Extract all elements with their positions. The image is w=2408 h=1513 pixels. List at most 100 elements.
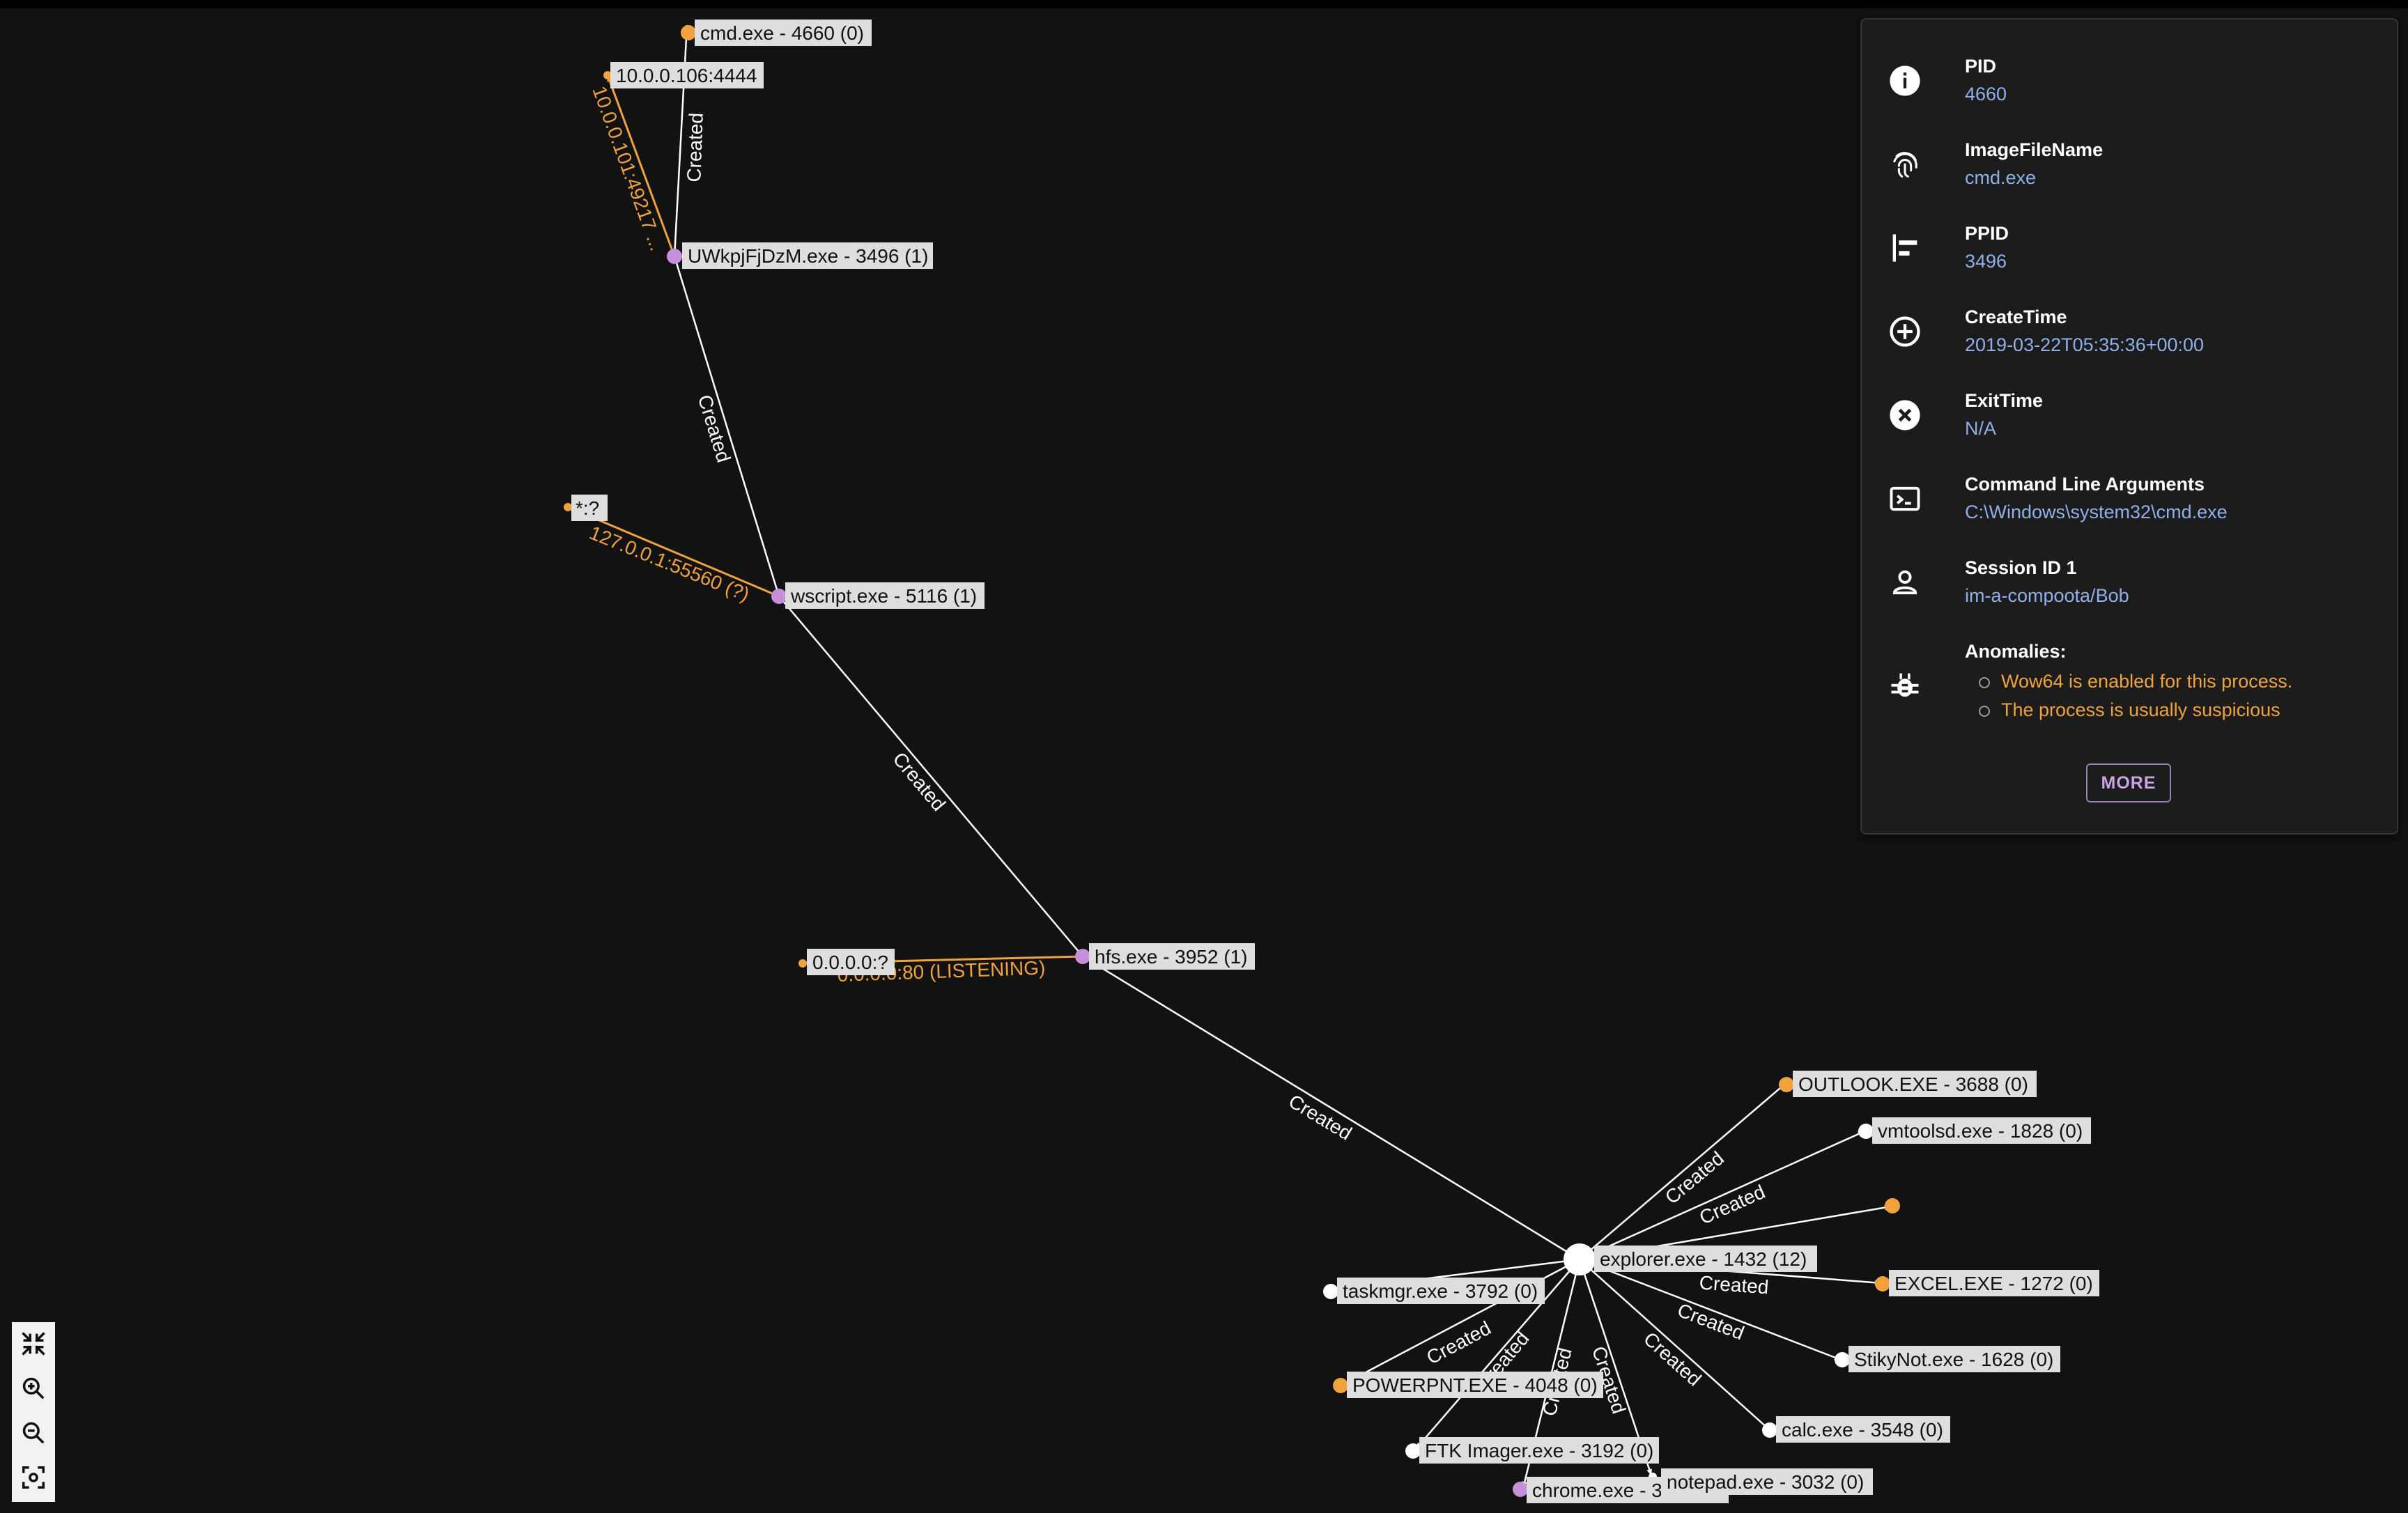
node-label-ftk-imager[interactable]: FTK Imager.exe - 3192 (0) — [1419, 1437, 1659, 1464]
node-label-vmtoolsd[interactable]: vmtoolsd.exe - 1828 (0) — [1872, 1117, 2091, 1144]
node-uwkpjfjdzm[interactable] — [667, 249, 682, 264]
anomalies-list: Wow64 is enabled for this process. The p… — [1979, 667, 2292, 724]
graph-zoom-controls — [12, 1322, 55, 1502]
network-labels: 10.0.0.101:49217 ... 127.0.0.1:55560 (?)… — [587, 83, 1046, 986]
zoom-in-button[interactable] — [12, 1367, 55, 1410]
svg-text:FTK Imager.exe - 3192 (0): FTK Imager.exe - 3192 (0) — [1425, 1440, 1653, 1461]
cancel-circle-icon — [1887, 397, 1923, 433]
terminal-icon — [1887, 481, 1923, 517]
detail-row-anomalies: Anomalies: Wow64 is enabled for this pro… — [1862, 633, 2397, 744]
node-label-excel[interactable]: EXCEL.EXE - 1272 (0) — [1889, 1270, 2099, 1296]
node-label-explorer[interactable]: explorer.exe - 1432 (12) — [1594, 1246, 1817, 1272]
node-label-uwkpjfjdzm[interactable]: UWkpjFjDzM.exe - 3496 (1) — [682, 242, 933, 269]
align-left-icon — [1887, 230, 1923, 266]
bug-icon — [1887, 667, 1923, 704]
svg-text:notepad.exe - 3032 (0): notepad.exe - 3032 (0) — [1667, 1471, 1864, 1493]
edge-label: Created — [1699, 1272, 1770, 1298]
anomalies-label: Anomalies: — [1965, 641, 2067, 662]
node-label-hfs[interactable]: hfs.exe - 3952 (1) — [1089, 943, 1255, 970]
detail-key: Session ID 1 — [1965, 557, 2077, 578]
edge-label: Created — [888, 748, 950, 815]
detail-value: 2019-03-22T05:35:36+00:00 — [1965, 334, 2205, 355]
info-icon — [1887, 63, 1923, 99]
node-label-notepad[interactable]: notepad.exe - 3032 (0) — [1661, 1468, 1873, 1495]
more-button[interactable]: MORE — [2086, 763, 2171, 802]
edge-label: Created — [683, 112, 707, 183]
detail-row-ppid: PPID 3496 — [1862, 215, 2397, 291]
node-label-powerpnt[interactable]: POWERPNT.EXE - 4048 (0) — [1347, 1372, 1603, 1398]
svg-text:taskmgr.exe - 3792 (0): taskmgr.exe - 3792 (0) — [1343, 1280, 1538, 1302]
node-net-0-0-0-0[interactable] — [798, 959, 807, 968]
node-stikynot[interactable] — [1835, 1352, 1850, 1367]
network-connection-label: 127.0.0.1:55560 (?) — [587, 522, 752, 605]
created-edge — [778, 596, 1083, 957]
detail-value: C:\Windows\system32\cmd.exe — [1965, 502, 2228, 522]
detail-key: CreateTime — [1965, 307, 2067, 327]
node-label-calc[interactable]: calc.exe - 3548 (0) — [1776, 1416, 1950, 1443]
node-taskmgr[interactable] — [1323, 1284, 1338, 1299]
svg-text:StikyNot.exe - 1628 (0): StikyNot.exe - 1628 (0) — [1854, 1349, 2053, 1370]
node-label-outlook[interactable]: OUTLOOK.EXE - 3688 (0) — [1793, 1071, 2037, 1097]
svg-text:OUTLOOK.EXE - 3688 (0): OUTLOOK.EXE - 3688 (0) — [1798, 1073, 2028, 1095]
detail-value: cmd.exe — [1965, 167, 2037, 188]
created-edge — [1082, 955, 1580, 1261]
svg-text:hfs.exe - 3952 (1): hfs.exe - 3952 (1) — [1095, 946, 1247, 968]
node-label-net-star[interactable]: *:? — [571, 495, 608, 521]
node-label-taskmgr[interactable]: taskmgr.exe - 3792 (0) — [1337, 1278, 1545, 1304]
edge-label: Created — [1423, 1317, 1495, 1369]
edge-label: Created — [694, 392, 735, 465]
bullet-icon — [1979, 676, 1990, 688]
fit-graph-button[interactable] — [12, 1322, 55, 1365]
svg-text:vmtoolsd.exe - 1828 (0): vmtoolsd.exe - 1828 (0) — [1878, 1120, 2083, 1142]
svg-text:EXCEL.EXE - 1272 (0): EXCEL.EXE - 1272 (0) — [1894, 1273, 2093, 1294]
node-unnamed[interactable] — [1885, 1198, 1900, 1213]
detail-value: im-a-compoota/Bob — [1965, 585, 2129, 606]
anomaly-item: Wow64 is enabled for this process. — [1979, 667, 2292, 696]
add-circle-icon — [1887, 313, 1923, 350]
detail-row-imagefilename: ImageFileName cmd.exe — [1862, 131, 2397, 208]
node-calc[interactable] — [1762, 1422, 1777, 1438]
edge-labels: Created Created Created Created Created … — [683, 112, 1769, 1418]
node-chrome[interactable] — [1513, 1482, 1528, 1497]
process-details-panel: PID 4660 ImageFileName cmd.exe PPID 3496… — [1860, 18, 2398, 835]
center-focus-button[interactable] — [12, 1456, 55, 1499]
node-net-star[interactable] — [564, 503, 572, 511]
node-label-net-0-0-0-0[interactable]: 0.0.0.0:? — [807, 949, 895, 975]
edge-label: Created — [1696, 1181, 1768, 1229]
node-cmd[interactable] — [681, 25, 696, 40]
zoom-out-button[interactable] — [12, 1411, 55, 1454]
svg-text:0.0.0.0:?: 0.0.0.0:? — [812, 952, 888, 973]
svg-text:chrome.exe - 3: chrome.exe - 3 — [1532, 1480, 1662, 1501]
svg-text:wscript.exe - 5116 (1): wscript.exe - 5116 (1) — [790, 585, 977, 607]
node-excel[interactable] — [1875, 1276, 1890, 1291]
detail-key: Command Line Arguments — [1965, 474, 2205, 495]
node-powerpnt[interactable] — [1333, 1378, 1348, 1393]
node-label-wscript[interactable]: wscript.exe - 5116 (1) — [785, 582, 985, 609]
svg-text:UWkpjFjDzM.exe - 3496 (1): UWkpjFjDzM.exe - 3496 (1) — [688, 245, 928, 267]
network-connection-label: 10.0.0.101:49217 ... — [588, 83, 667, 254]
detail-value: N/A — [1965, 418, 1997, 439]
node-hfs[interactable] — [1075, 949, 1090, 964]
detail-key: PID — [1965, 56, 1997, 77]
svg-text:cmd.exe - 4660 (0): cmd.exe - 4660 (0) — [700, 22, 864, 44]
node-label-net-10-0-0-106[interactable]: 10.0.0.106:4444 — [610, 62, 764, 88]
node-label-stikynot[interactable]: StikyNot.exe - 1628 (0) — [1849, 1346, 2060, 1372]
svg-text:explorer.exe - 1432 (12): explorer.exe - 1432 (12) — [1600, 1248, 1807, 1270]
edge-label: Created — [1639, 1328, 1706, 1390]
node-wscript[interactable] — [771, 589, 787, 604]
detail-row-createtime: CreateTime 2019-03-22T05:35:36+00:00 — [1862, 298, 2397, 375]
node-explorer[interactable] — [1564, 1243, 1596, 1275]
node-label-cmd[interactable]: cmd.exe - 4660 (0) — [695, 20, 872, 46]
created-edge — [673, 256, 780, 597]
detail-key: PPID — [1965, 223, 2009, 244]
detail-row-session: Session ID 1 im-a-compoota/Bob — [1862, 549, 2397, 626]
detail-key: ImageFileName — [1965, 139, 2104, 160]
node-ftk-imager[interactable] — [1405, 1443, 1421, 1459]
detail-key: ExitTime — [1965, 390, 2044, 411]
node-vmtoolsd[interactable] — [1858, 1124, 1874, 1139]
detail-row-exittime: ExitTime N/A — [1862, 382, 2397, 458]
created-edge — [1579, 1083, 1786, 1260]
anomaly-item: The process is usually suspicious — [1979, 696, 2292, 724]
svg-text:calc.exe - 3548 (0): calc.exe - 3548 (0) — [1782, 1419, 1943, 1441]
node-outlook[interactable] — [1779, 1077, 1794, 1092]
